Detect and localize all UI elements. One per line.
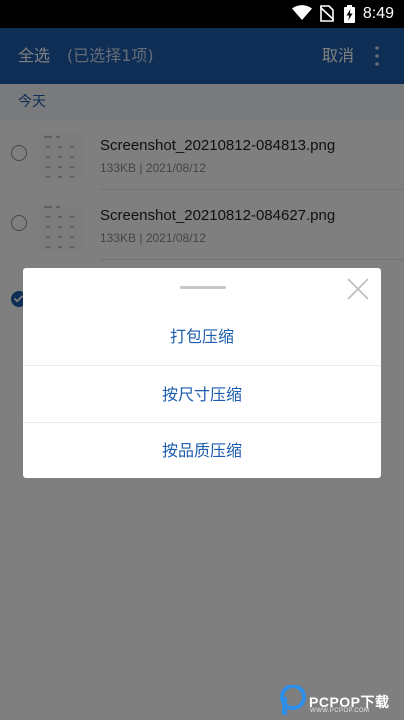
wifi-icon: [292, 5, 312, 20]
no-sim-icon: [320, 5, 334, 22]
battery-charging-icon: [344, 5, 355, 23]
watermark: PCPOP下载 WWW.PCPOP.COM: [279, 683, 401, 717]
pcpop-logo-icon: [280, 685, 306, 715]
close-icon[interactable]: [346, 277, 370, 301]
status-time: 8:49: [362, 5, 394, 22]
status-bar: 8:49: [0, 0, 404, 28]
app-screen: 8:49 全选 (已选择1项) 取消 今天 Screenshot_20210: [0, 0, 404, 720]
size-compress-option[interactable]: 按尺寸压缩: [23, 366, 381, 423]
pack-compress-option[interactable]: 打包压缩: [23, 308, 381, 365]
drag-handle[interactable]: [180, 286, 226, 289]
quality-compress-option[interactable]: 按品质压缩: [23, 422, 381, 479]
watermark-sub: WWW.PCPOP.COM: [310, 708, 370, 714]
compress-options-dialog: 打包压缩 按尺寸压缩 按品质压缩: [23, 268, 381, 478]
